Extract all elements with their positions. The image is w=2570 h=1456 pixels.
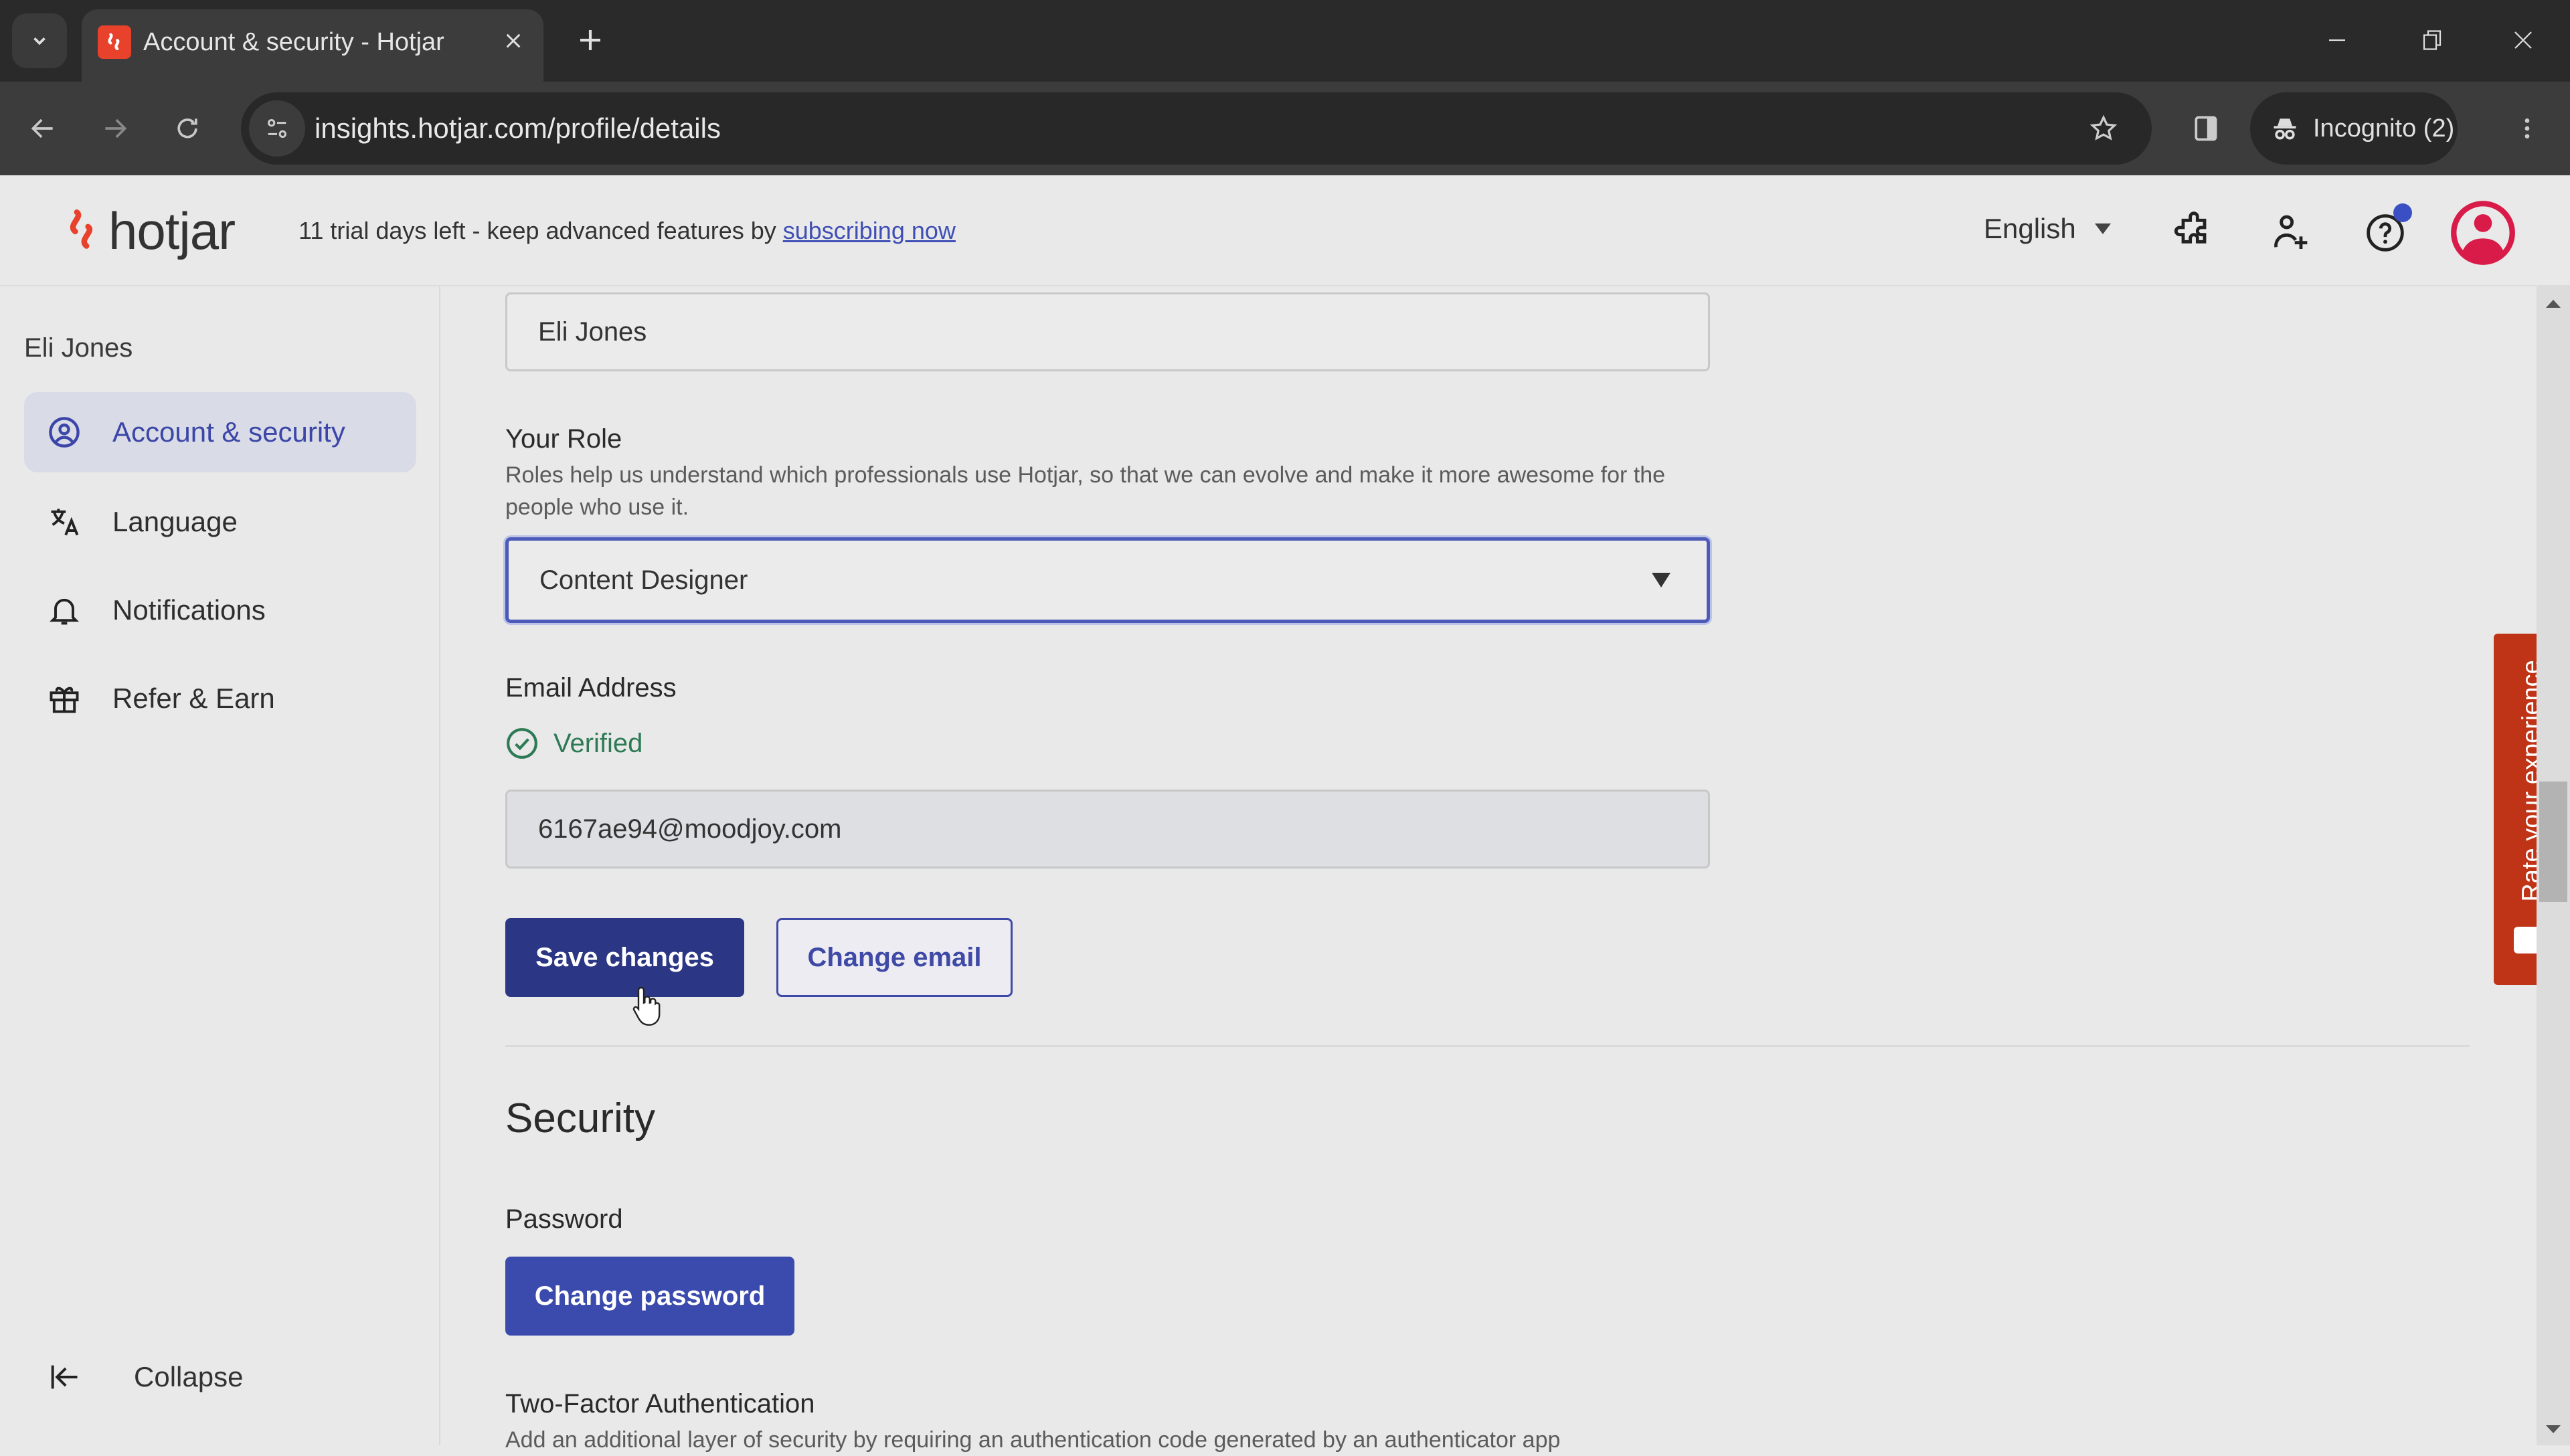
browser-toolbar: insights.hotjar.com/profile/details Inco… — [0, 82, 2570, 175]
app-header: hotjar 11 trial days left - keep advance… — [0, 175, 2570, 286]
save-changes-button[interactable]: Save changes — [505, 918, 744, 997]
incognito-icon — [2274, 118, 2296, 140]
sidebar-item-label: Refer & Earn — [112, 682, 275, 714]
hotjar-logo-icon — [70, 209, 92, 249]
role-select[interactable]: Content Designer — [505, 537, 1710, 623]
name-value: Eli Jones — [538, 316, 647, 347]
caret-down-icon — [1652, 573, 1670, 587]
verified-label: Verified — [553, 728, 643, 758]
incognito-indicator[interactable]: Incognito (2) — [2250, 92, 2458, 165]
email-value: 6167ae94@moodjoy.com — [538, 814, 842, 844]
collapse-left-icon — [51, 1365, 78, 1389]
close-window-button[interactable] — [2496, 13, 2550, 67]
url-text[interactable]: insights.hotjar.com/profile/details — [315, 112, 721, 145]
page-scrollbar[interactable] — [2537, 286, 2570, 1445]
user-avatar-button[interactable] — [2450, 199, 2516, 266]
sidebar-item-refer-earn[interactable]: Refer & Earn — [24, 658, 416, 739]
side-panel-button[interactable] — [2179, 102, 2233, 155]
scroll-down-arrow-icon[interactable] — [2546, 1425, 2561, 1433]
chevron-down-icon — [33, 37, 46, 46]
role-label: Your Role — [505, 424, 622, 454]
hotjar-favicon-icon — [98, 25, 131, 59]
restore-button[interactable] — [2405, 13, 2459, 67]
browser-tab-strip: Account & security - Hotjar — [0, 0, 2570, 82]
address-bar[interactable]: insights.hotjar.com/profile/details — [241, 92, 2152, 165]
puzzle-icon — [2174, 211, 2207, 244]
close-icon — [506, 33, 521, 48]
forward-button[interactable] — [88, 102, 142, 155]
password-label: Password — [505, 1204, 623, 1234]
section-divider — [505, 1045, 2470, 1047]
hand-cursor-icon — [632, 985, 661, 1031]
site-info-button[interactable] — [249, 100, 305, 157]
browser-menu-button[interactable] — [2500, 102, 2554, 155]
hotjar-logo[interactable]: hotjar — [62, 201, 236, 262]
trial-message: 11 trial days left - keep advanced featu… — [298, 217, 783, 244]
collapse-sidebar-button[interactable]: Collapse — [24, 1344, 243, 1410]
role-value: Content Designer — [539, 565, 748, 595]
add-user-icon — [2274, 215, 2308, 249]
language-value: English — [1984, 213, 2076, 244]
more-vertical-icon — [2524, 118, 2530, 139]
tab-search-button[interactable] — [12, 13, 67, 68]
collapse-label: Collapse — [134, 1361, 244, 1392]
email-label: Email Address — [505, 673, 677, 703]
star-icon — [2089, 114, 2118, 141]
sidebar-item-label: Language — [112, 506, 238, 537]
security-heading: Security — [505, 1095, 655, 1142]
notification-dot — [2393, 203, 2412, 222]
minimize-button[interactable] — [2310, 13, 2364, 67]
help-button[interactable] — [2359, 203, 2412, 260]
close-icon — [2514, 31, 2532, 49]
two-factor-description: Add an additional layer of security by r… — [505, 1427, 1561, 1453]
bookmark-button[interactable] — [2082, 107, 2125, 150]
close-tab-button[interactable] — [497, 24, 530, 58]
sidebar-item-language[interactable]: Language — [24, 482, 416, 562]
scrollbar-thumb[interactable] — [2539, 782, 2567, 902]
two-factor-label: Two-Factor Authentication — [505, 1389, 815, 1419]
user-circle-icon — [49, 417, 80, 448]
sidebar-item-account-security[interactable]: Account & security — [24, 392, 416, 472]
change-password-button[interactable]: Change password — [505, 1257, 794, 1336]
role-description: Roles help us understand which professio… — [505, 462, 1666, 520]
side-panel-icon — [2195, 116, 2217, 141]
browser-tab-active[interactable]: Account & security - Hotjar — [82, 9, 543, 82]
sidebar-item-notifications[interactable]: Notifications — [24, 570, 416, 650]
avatar-icon — [2451, 201, 2515, 265]
bell-icon — [49, 598, 80, 625]
invite-user-button[interactable] — [2263, 206, 2317, 260]
reload-icon — [177, 118, 197, 139]
tune-icon — [268, 119, 286, 138]
check-circle-icon — [507, 728, 537, 759]
sidebar-item-label: Account & security — [112, 416, 345, 448]
sidebar-item-label: Notifications — [112, 594, 266, 626]
integrations-button[interactable] — [2167, 206, 2221, 260]
change-email-button[interactable]: Change email — [776, 918, 1013, 997]
tab-title: Account & security - Hotjar — [143, 28, 444, 56]
trial-banner: 11 trial days left - keep advanced featu… — [298, 217, 956, 245]
scroll-up-arrow-icon[interactable] — [2546, 300, 2561, 308]
caret-down-icon — [2094, 223, 2111, 234]
verified-badge: Verified — [505, 727, 642, 760]
restore-icon — [2423, 30, 2442, 50]
new-tab-button[interactable] — [570, 20, 610, 60]
incognito-label: Incognito (2) — [2313, 114, 2455, 143]
email-input[interactable]: 6167ae94@moodjoy.com — [505, 790, 1710, 869]
language-select[interactable]: English — [1984, 213, 2112, 245]
arrow-right-icon — [105, 118, 127, 139]
plus-icon — [580, 30, 600, 50]
translate-icon — [51, 509, 79, 536]
sidebar-user-name: Eli Jones — [24, 333, 133, 363]
logo-text: hotjar — [108, 201, 236, 260]
arrow-left-icon — [31, 118, 53, 139]
minimize-icon — [2329, 39, 2345, 41]
back-button[interactable] — [16, 102, 70, 155]
settings-sidebar: Eli Jones Account & security Language No… — [0, 286, 440, 1445]
name-input[interactable]: Eli Jones — [505, 292, 1710, 371]
gift-icon — [50, 687, 79, 713]
subscribe-link[interactable]: subscribing now — [783, 217, 956, 244]
reload-button[interactable] — [161, 102, 214, 155]
